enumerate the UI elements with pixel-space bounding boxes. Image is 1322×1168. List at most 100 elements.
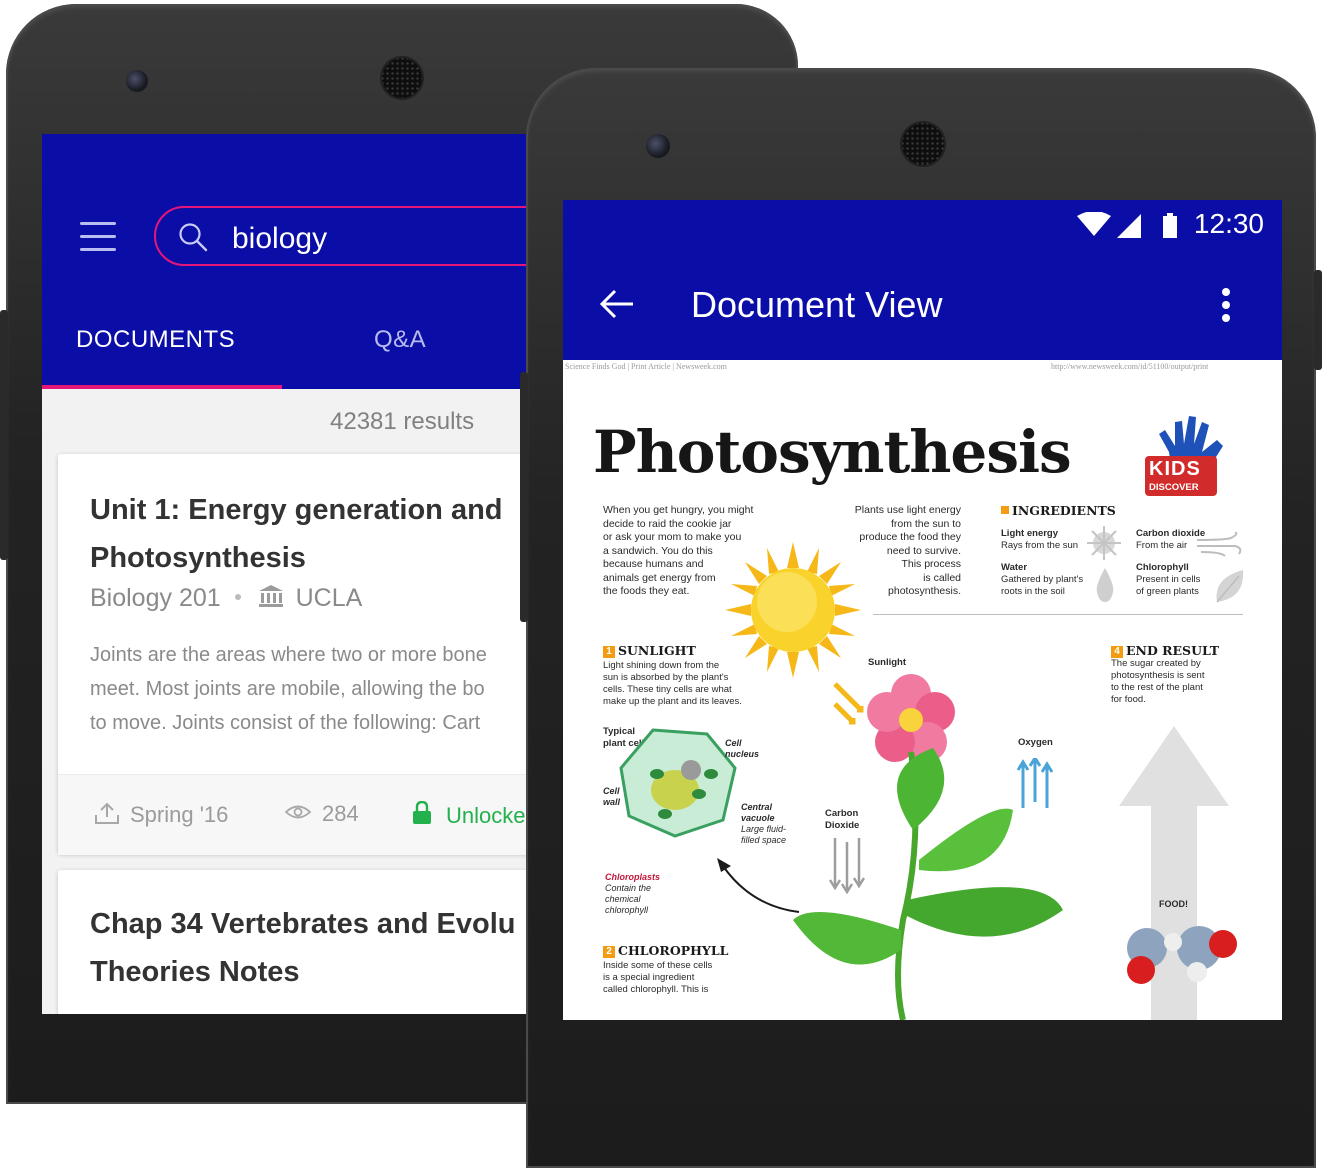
side-button [520, 372, 528, 622]
logo-text-kids: KIDS [1149, 458, 1201, 480]
doc-header-right: http://www.newsweek.com/id/51100/output/… [1051, 362, 1209, 371]
text-line: sun is absorbed by the plant's [603, 672, 729, 683]
term-info: Spring '16 [94, 801, 228, 828]
document-title-line1[interactable]: Chap 34 Vertebrates and Evolu [90, 900, 515, 948]
text-line: Contain the [605, 883, 652, 893]
document-title-line2[interactable]: Photosynthesis [90, 534, 306, 582]
front-camera-icon [646, 134, 670, 158]
text-line: from the sun to [890, 517, 961, 530]
text-line: Light shining down from the [603, 660, 720, 671]
food-label: FOOD! [1159, 899, 1188, 909]
lock-open-icon [413, 800, 431, 824]
text-line: for food. [1111, 694, 1146, 705]
text-line: filled space [741, 835, 787, 845]
views-info: 284 [284, 801, 359, 827]
text-line: Carbon [825, 808, 859, 819]
sun-icon [725, 542, 861, 678]
document-title-line1[interactable]: Unit 1: Energy generation and [90, 486, 503, 534]
sunlight-text: Light shining down from the sun is absor… [603, 660, 742, 708]
ingredient-desc: Gathered by plant's [1001, 574, 1084, 585]
unlocked-status[interactable]: Unlocke [412, 800, 525, 829]
active-tab-indicator [42, 385, 282, 389]
ingredient-desc: roots in the soil [1001, 586, 1065, 597]
text-line: chemical [605, 894, 641, 904]
school-icon [258, 585, 283, 607]
text-line: to the rest of the plant [1111, 682, 1203, 693]
carbon-dioxide-label: Carbon Dioxide [825, 808, 859, 832]
excerpt-line: meet. Most joints are mobile, allowing t… [90, 678, 485, 700]
search-screen: biology DOCUMENTS Q&A 42381 results Unit… [42, 134, 542, 1014]
wind-icon [1196, 532, 1242, 557]
search-query-text[interactable]: biology [232, 222, 327, 256]
kids-discover-logo: KIDS DISCOVER [1139, 412, 1249, 502]
poster-title: Photosynthesis [593, 418, 1072, 486]
chlorophyll-heading-text: CHLOROPHYLL [618, 943, 729, 958]
ingredient-light: Light energy Rays from the sun [1001, 528, 1078, 552]
ingredient-desc: Present in cells [1136, 574, 1201, 585]
ingredient-name: Chlorophyll [1136, 562, 1189, 573]
ingredients-heading: INGREDIENTS [1001, 503, 1116, 518]
oxygen-label: Oxygen [1018, 737, 1053, 748]
divider [873, 614, 1243, 615]
cell-wall-label: Cell wall [603, 786, 620, 808]
school-name: UCLA [295, 584, 363, 612]
ingredient-name: Light energy [1001, 528, 1059, 539]
chloroplasts-label: Chloroplasts Contain the chemical chloro… [605, 872, 660, 916]
cell-nucleus-label: Cell nucleus [725, 738, 759, 760]
text-line: Plants use light energy [854, 504, 961, 516]
text-line: decide to raid the cookie jar [603, 517, 732, 530]
logo-text-discover: DISCOVER [1149, 482, 1199, 493]
status-time: 12:30 [1193, 208, 1264, 239]
text-line: chlorophyll [605, 905, 649, 915]
status-icons [1077, 212, 1177, 238]
document-excerpt: Joints are the areas where two or more b… [90, 638, 542, 740]
text-line: Central [741, 802, 773, 812]
document-title-line2[interactable]: Theories Notes [90, 948, 300, 996]
search-input[interactable]: biology [154, 206, 542, 266]
sunlight-heading-text: SUNLIGHT [618, 643, 696, 658]
speaker-grille [380, 56, 424, 100]
signal-icon [1117, 214, 1141, 238]
battery-icon [1163, 216, 1177, 238]
tab-documents[interactable]: DOCUMENTS [76, 326, 235, 354]
ingredient-desc: of green plants [1136, 586, 1199, 597]
sunlight-heading: 1 SUNLIGHT [603, 643, 696, 658]
co2-arrows-icon [828, 838, 866, 894]
text-line: vacuole [741, 813, 775, 823]
text-line: Dioxide [825, 820, 860, 831]
text-line: When you get hungry, you might [603, 504, 754, 516]
ingredients-marker [1001, 506, 1009, 514]
wifi-icon [1077, 212, 1111, 236]
more-options-icon[interactable] [1222, 288, 1230, 322]
plant-cell-illustration [619, 728, 737, 838]
step-number: 1 [603, 646, 615, 658]
water-drop-icon [1096, 568, 1114, 602]
ingredient-name: Water [1001, 562, 1028, 573]
sugar-molecule-icon [1127, 926, 1237, 984]
document-card[interactable]: Chap 34 Vertebrates and Evolu Theories N… [58, 870, 542, 1014]
excerpt-line: Joints are the areas where two or more b… [90, 644, 487, 666]
doc-header-left: Science Finds God | Print Article | News… [565, 362, 727, 371]
side-button [1314, 270, 1322, 370]
document-meta: Biology 201 UCLA [90, 584, 362, 613]
side-button [0, 310, 8, 560]
text-line: Large fluid- [741, 824, 787, 834]
chlorophyll-heading: 2 CHLOROPHYLL [603, 943, 728, 958]
excerpt-line: to move. Joints consist of the following… [90, 712, 481, 734]
text-line: photosynthesis is sent [1111, 670, 1205, 681]
separator-dot [234, 593, 241, 600]
document-view-title: Document View [691, 284, 943, 325]
document-page[interactable]: Science Finds God | Print Article | News… [563, 360, 1282, 1020]
tab-qa[interactable]: Q&A [374, 326, 426, 354]
step-number: 4 [1111, 646, 1123, 658]
back-arrow-icon[interactable] [599, 286, 635, 322]
document-card[interactable]: Unit 1: Energy generation and Photosynth… [58, 454, 542, 855]
unlocked-label[interactable]: Unlocke [446, 803, 525, 828]
vacuole-label: Central vacuole Large fluid- filled spac… [741, 802, 786, 846]
text-line: called chlorophyll. This is [603, 984, 709, 995]
end-result-heading-text: END RESULT [1126, 643, 1220, 658]
oxygen-arrows-icon [1016, 758, 1054, 808]
hamburger-menu-icon[interactable] [80, 222, 116, 252]
leaf-icon [1216, 570, 1244, 603]
search-icon [179, 223, 208, 252]
